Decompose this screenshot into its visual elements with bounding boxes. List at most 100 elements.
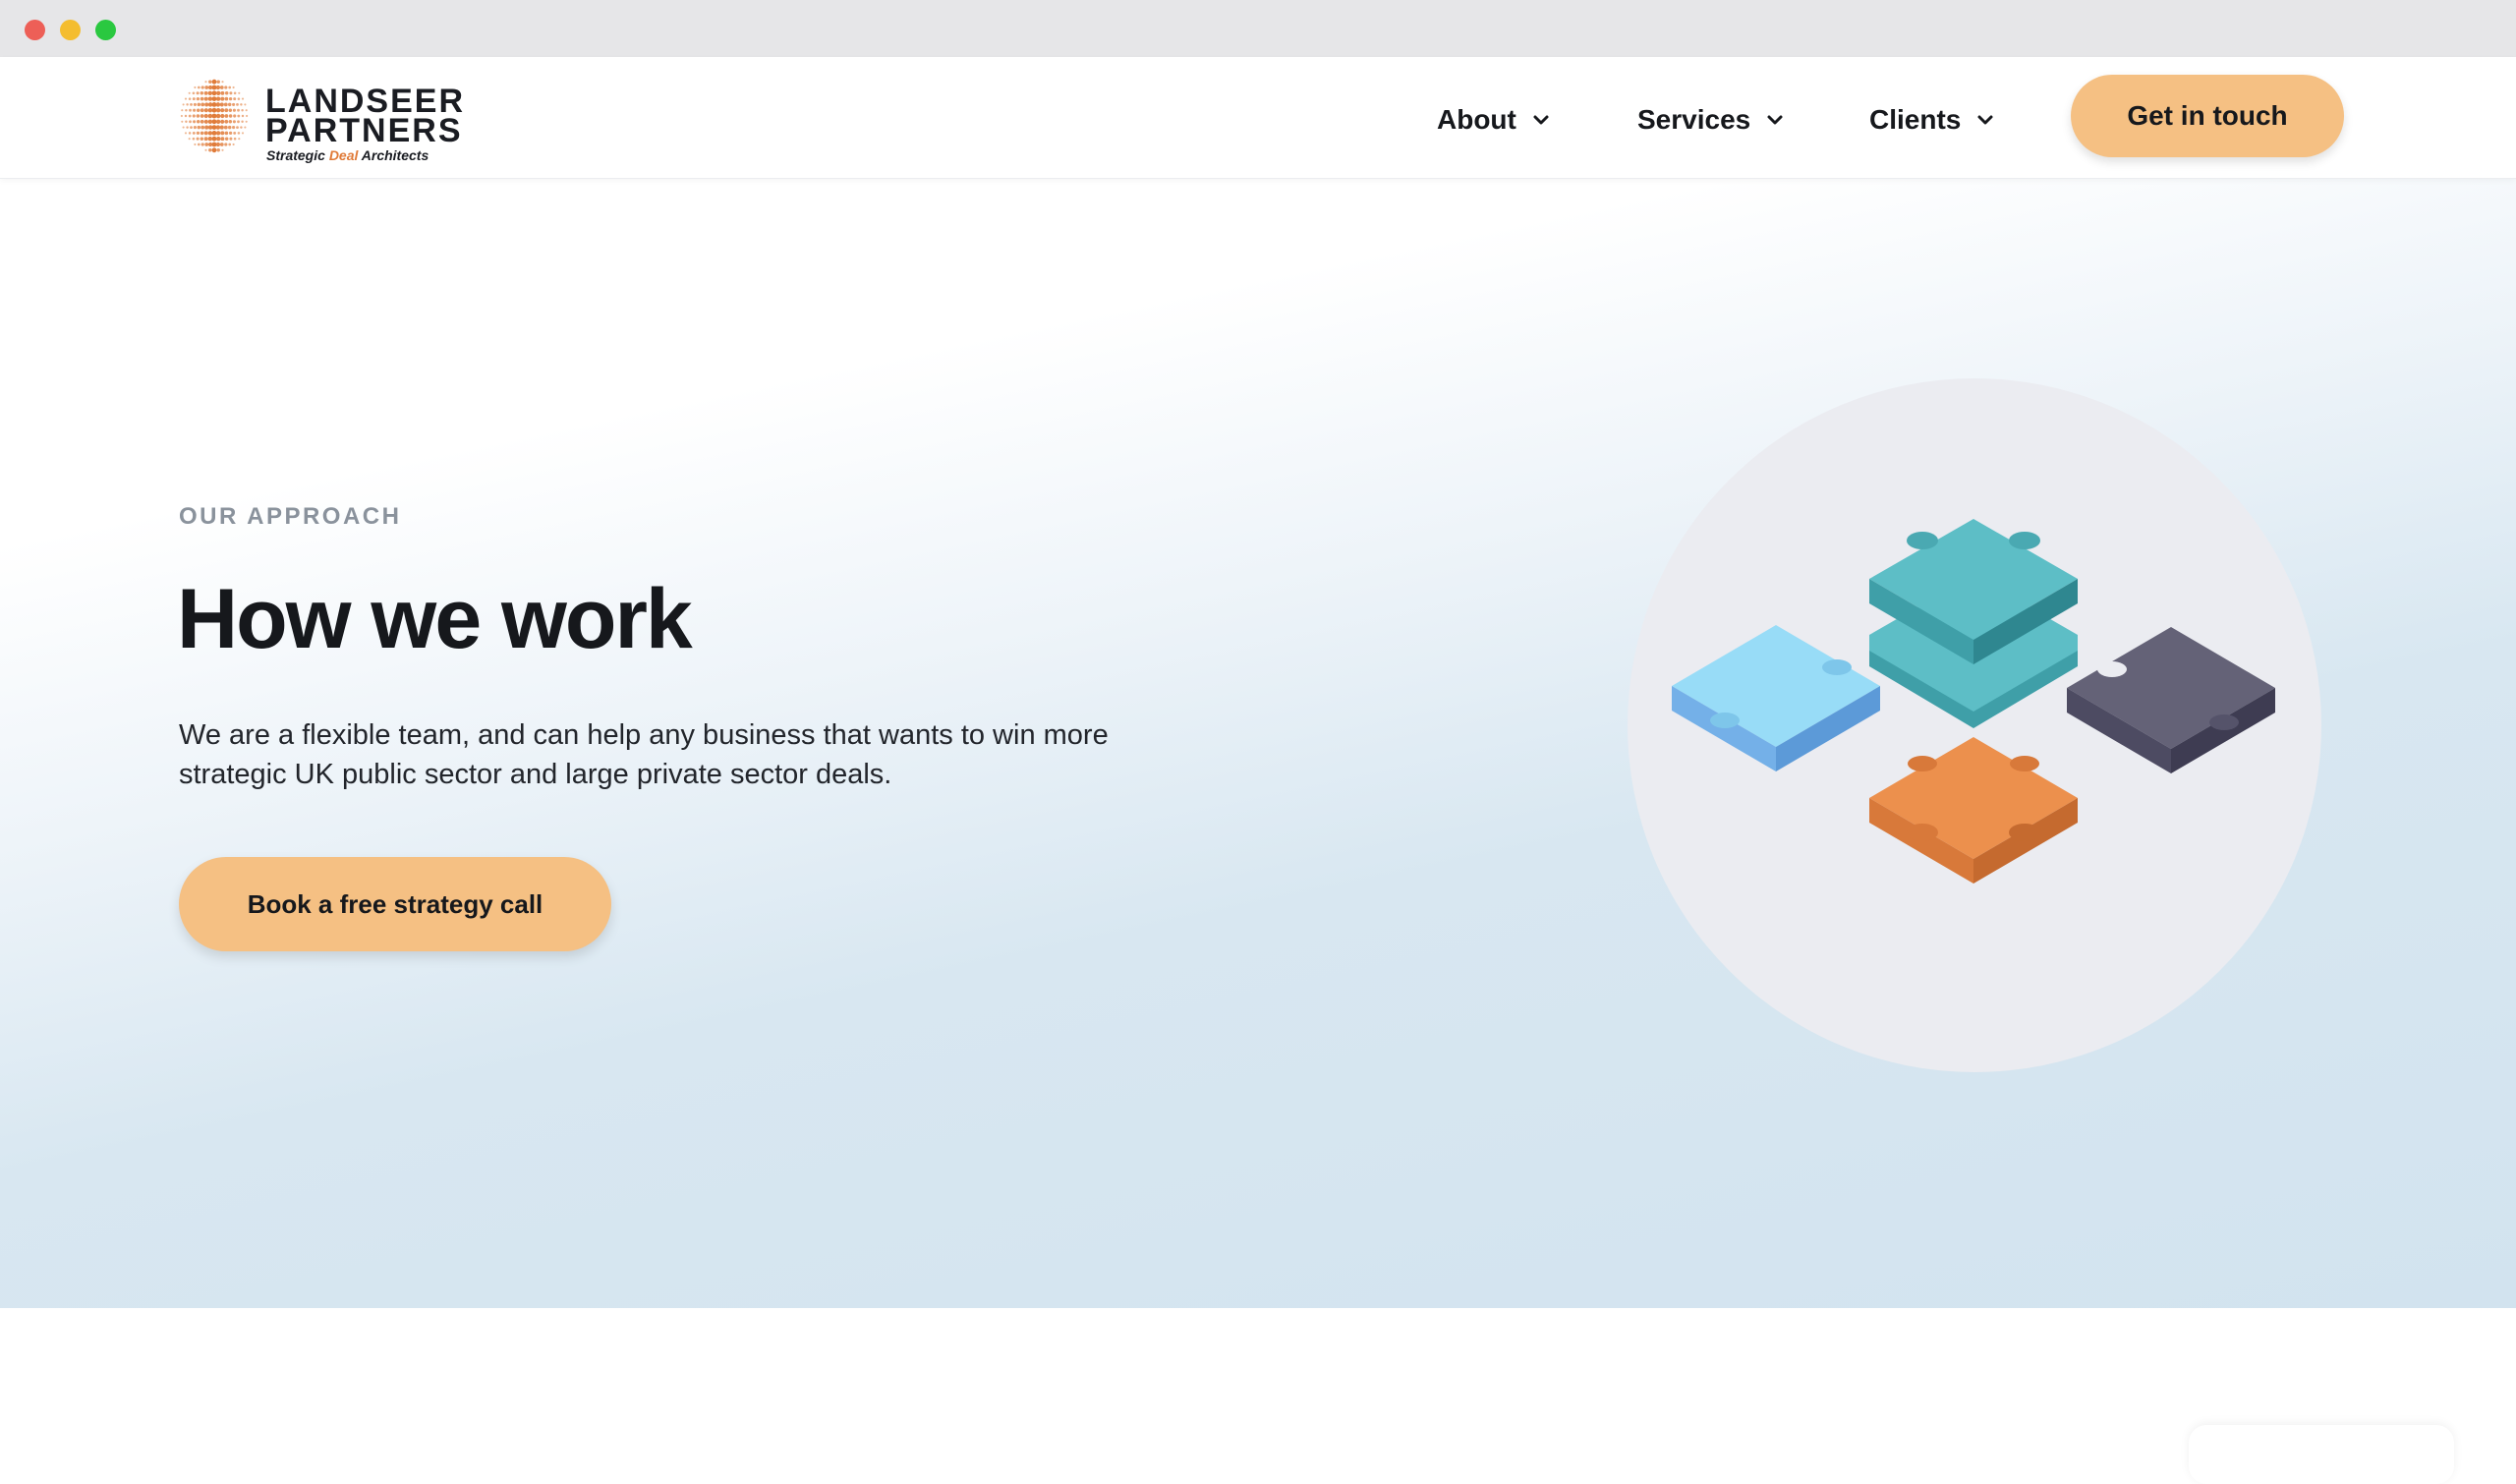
globe-dot xyxy=(224,143,228,146)
nav-services[interactable]: Services xyxy=(1637,100,1786,140)
globe-dot xyxy=(207,113,213,119)
globe-dot xyxy=(203,131,208,136)
globe-dot xyxy=(215,131,221,136)
globe-dot xyxy=(200,91,204,95)
hero-eyebrow: OUR APPROACH xyxy=(179,503,402,530)
globe-dot xyxy=(196,120,200,124)
globe-dot xyxy=(237,132,241,135)
minimize-window-button[interactable] xyxy=(60,20,81,40)
globe-dot xyxy=(233,137,237,141)
globe-dot xyxy=(237,108,240,112)
globe-dot xyxy=(232,143,235,146)
maximize-window-button[interactable] xyxy=(95,20,116,40)
globe-dot xyxy=(224,108,229,113)
site-header: LANDSEER PARTNERS Strategic Deal Archite… xyxy=(0,57,2516,179)
globe-dot xyxy=(211,113,217,119)
globe-dot xyxy=(232,108,236,112)
globe-dot xyxy=(207,131,213,136)
globe-dot xyxy=(196,108,200,112)
site-logo[interactable]: LANDSEER PARTNERS Strategic Deal Archite… xyxy=(177,71,463,163)
globe-dot xyxy=(232,120,236,124)
globe-dot xyxy=(232,102,236,106)
globe-dot xyxy=(192,97,196,101)
globe-dot xyxy=(207,142,213,147)
globe-dot xyxy=(224,86,228,89)
globe-dot xyxy=(241,132,245,135)
tagline-deal: Deal xyxy=(328,147,359,163)
globe-dot xyxy=(196,131,200,136)
globe-dot xyxy=(200,96,204,101)
globe-dot xyxy=(200,143,204,146)
globe-dot xyxy=(220,90,225,95)
globe-dot xyxy=(241,120,244,124)
globe-dot xyxy=(203,96,208,101)
globe-dot xyxy=(192,131,196,135)
globe-dot xyxy=(240,126,243,129)
globe-dot xyxy=(204,143,209,146)
nav-about-label: About xyxy=(1437,104,1516,135)
book-strategy-call-button[interactable]: Book a free strategy call xyxy=(179,857,611,951)
nav-services-label: Services xyxy=(1637,104,1751,135)
globe-dot xyxy=(228,131,233,136)
globe-dot xyxy=(192,91,196,95)
nav-about[interactable]: About xyxy=(1437,100,1552,140)
globe-dot xyxy=(185,108,188,112)
globe-dot xyxy=(232,86,235,89)
globe-dot xyxy=(185,120,188,124)
globe-dot xyxy=(223,102,228,107)
close-window-button[interactable] xyxy=(25,20,45,40)
globe-dot xyxy=(219,86,224,89)
globe-dot xyxy=(233,131,237,135)
globe-dot xyxy=(200,108,204,113)
nav-clients[interactable]: Clients xyxy=(1869,100,1996,140)
globe-dot xyxy=(193,102,197,106)
globe-dot xyxy=(207,119,213,125)
globe-dot xyxy=(188,138,191,141)
globe-dot xyxy=(208,80,212,84)
globe-dot xyxy=(244,103,247,106)
hero-description: We are a flexible team, and can help any… xyxy=(179,719,1109,790)
globe-dot xyxy=(186,103,189,106)
globe-dot xyxy=(197,143,200,146)
globe-dot xyxy=(219,125,224,130)
globe-dot xyxy=(207,85,213,90)
globe-dot xyxy=(204,102,209,107)
globe-dot xyxy=(216,148,220,152)
globe-dot xyxy=(196,137,200,141)
window-titlebar xyxy=(0,0,2516,57)
globe-dot xyxy=(190,102,193,106)
globe-dot xyxy=(197,125,201,130)
globe-dot xyxy=(193,108,197,112)
globe-dot xyxy=(204,125,209,130)
globe-dot xyxy=(200,137,204,141)
globe-dot xyxy=(192,114,196,118)
globe-dot xyxy=(184,97,188,100)
globe-dot xyxy=(197,86,200,89)
globe-dot xyxy=(204,81,207,84)
globe-dot xyxy=(215,107,221,113)
globe-dot xyxy=(194,143,197,146)
get-in-touch-button[interactable]: Get in touch xyxy=(2071,75,2344,157)
globe-logo-icon xyxy=(180,79,249,153)
globe-dot xyxy=(200,114,204,118)
globe-dot xyxy=(237,114,241,118)
globe-dot xyxy=(190,126,193,130)
logo-word-partners: PARTNERS xyxy=(265,112,463,149)
puzzle-pieces-illustration xyxy=(1628,378,2321,1072)
globe-dot xyxy=(216,137,221,142)
floating-card xyxy=(2189,1425,2454,1484)
nav-clients-label: Clients xyxy=(1869,104,1962,135)
globe-dot xyxy=(215,85,221,90)
globe-dot xyxy=(180,114,183,118)
globe-dot xyxy=(200,119,204,124)
globe-dot xyxy=(238,91,241,94)
globe-dot xyxy=(196,91,200,95)
globe-dot xyxy=(188,114,192,118)
globe-dot xyxy=(203,108,208,113)
globe-dot xyxy=(207,90,212,95)
globe-dot xyxy=(203,113,208,119)
globe-dot xyxy=(200,131,204,136)
globe-dot xyxy=(216,80,220,84)
globe-dot xyxy=(211,85,217,90)
globe-dot xyxy=(207,107,213,113)
